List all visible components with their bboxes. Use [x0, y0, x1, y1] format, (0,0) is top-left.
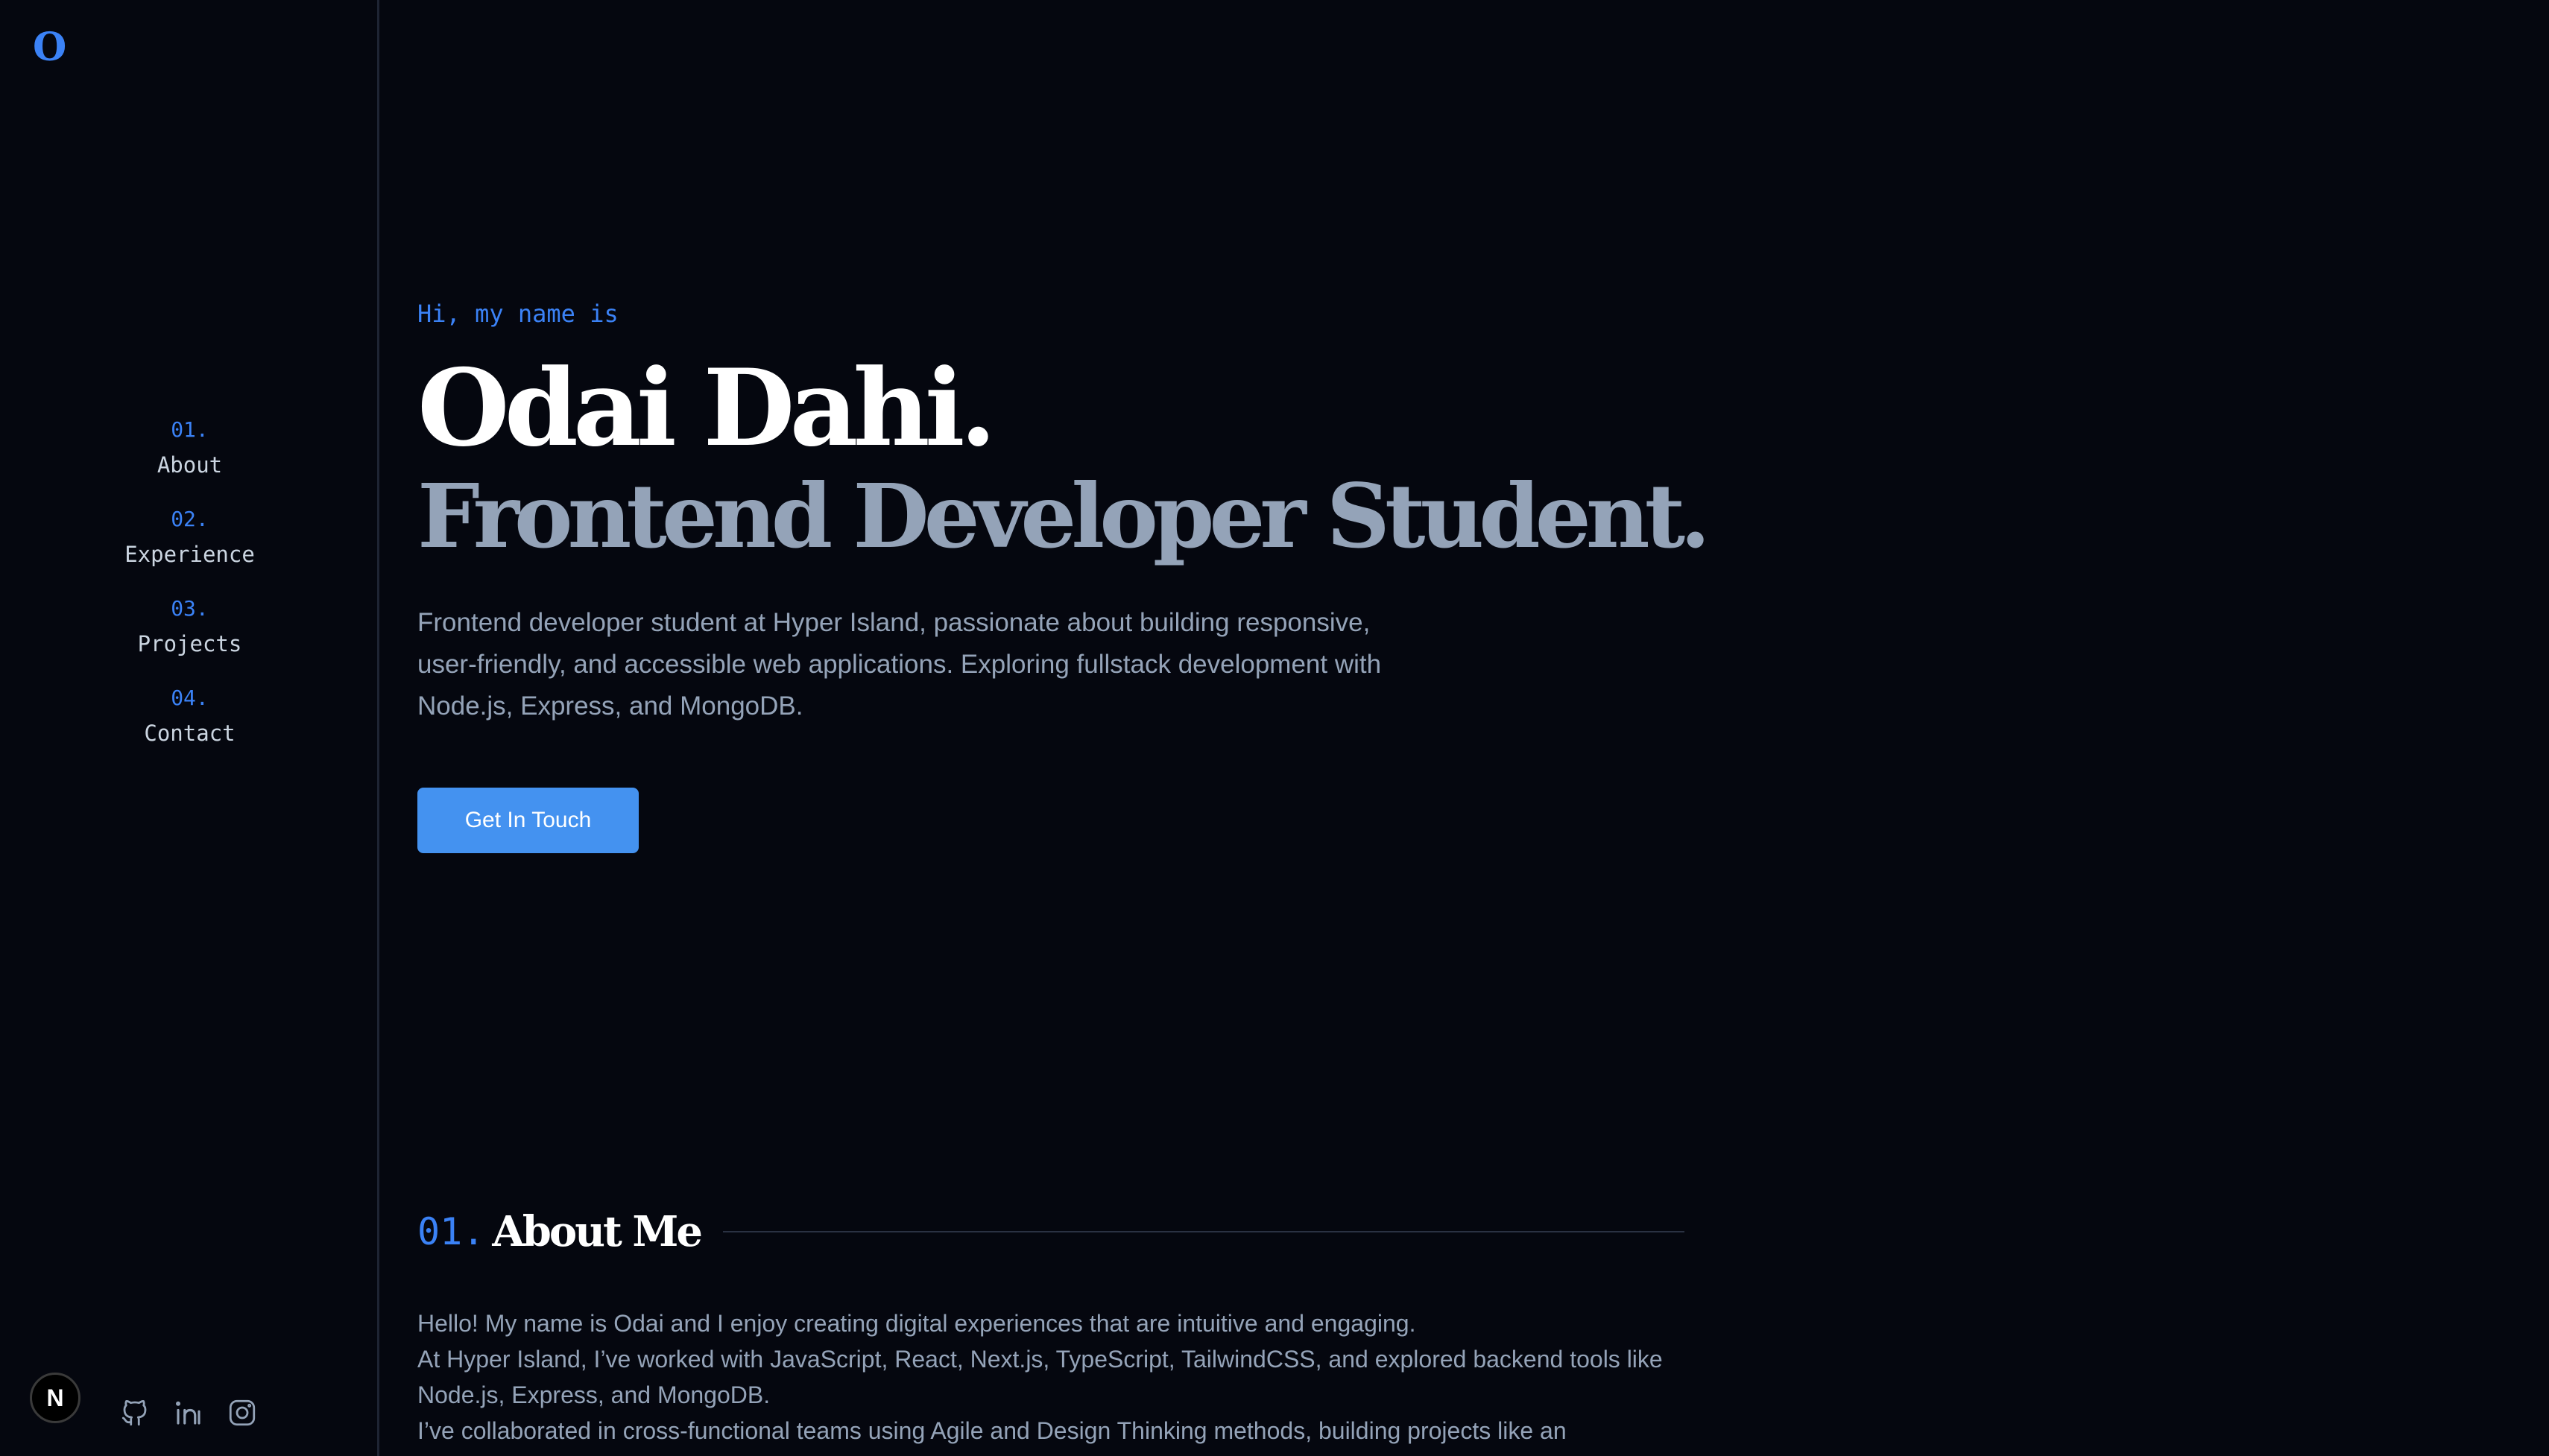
- hero-greeting: Hi, my name is: [417, 300, 619, 328]
- github-link[interactable]: [118, 1397, 152, 1431]
- about-paragraph: I’ve collaborated in cross-functional te…: [417, 1417, 1567, 1444]
- logo[interactable]: O: [33, 28, 66, 67]
- github-icon: [119, 1397, 151, 1432]
- nav-item-projects[interactable]: 03. Projects: [0, 592, 379, 682]
- nav-item-label: Projects: [137, 631, 242, 656]
- nav-item-number: 04.: [171, 686, 209, 710]
- nav-item-number: 02.: [171, 507, 209, 531]
- nav-item-number: 01.: [171, 417, 209, 442]
- about-paragraph: At Hyper Island, I’ve worked with JavaSc…: [417, 1346, 1663, 1408]
- about-paragraph: Hello! My name is Odai and I enjoy creat…: [417, 1310, 1416, 1337]
- instagram-link[interactable]: [225, 1397, 259, 1431]
- nav-item-label: Contact: [144, 721, 236, 746]
- main-content: Hi, my name is Odai Dahi. Frontend Devel…: [417, 0, 1711, 1456]
- nav-item-label: About: [157, 452, 223, 478]
- linkedin-icon: [173, 1397, 204, 1432]
- hero-name: Odai Dahi.: [417, 346, 996, 470]
- about-section-number: 01.: [417, 1210, 485, 1253]
- nav-item-about[interactable]: 01. About: [0, 414, 379, 503]
- section-nav: 01. About 02. Experience 03. Projects 04…: [0, 414, 379, 771]
- nav-item-experience[interactable]: 02. Experience: [0, 503, 379, 592]
- divider: [722, 1231, 1684, 1232]
- instagram-icon: [227, 1397, 258, 1432]
- sidebar: O 01. About 02. Experience 03. Projects …: [0, 0, 379, 1456]
- about-section-heading: 01. About Me: [417, 1200, 1684, 1264]
- about-body: Hello! My name is Odai and I enjoy creat…: [417, 1305, 1684, 1449]
- get-in-touch-button[interactable]: Get In Touch: [417, 788, 639, 853]
- linkedin-link[interactable]: [171, 1397, 206, 1431]
- about-section-title: About Me: [492, 1207, 703, 1256]
- social-links: [118, 1397, 259, 1431]
- nav-item-label: Experience: [124, 542, 255, 567]
- nav-item-contact[interactable]: 04. Contact: [0, 682, 379, 771]
- nav-item-number: 03.: [171, 596, 209, 621]
- hero-description: Frontend developer student at Hyper Isla…: [417, 608, 1382, 721]
- nextjs-badge[interactable]: N: [30, 1373, 80, 1423]
- hero-role: Frontend Developer Student.: [417, 464, 1711, 568]
